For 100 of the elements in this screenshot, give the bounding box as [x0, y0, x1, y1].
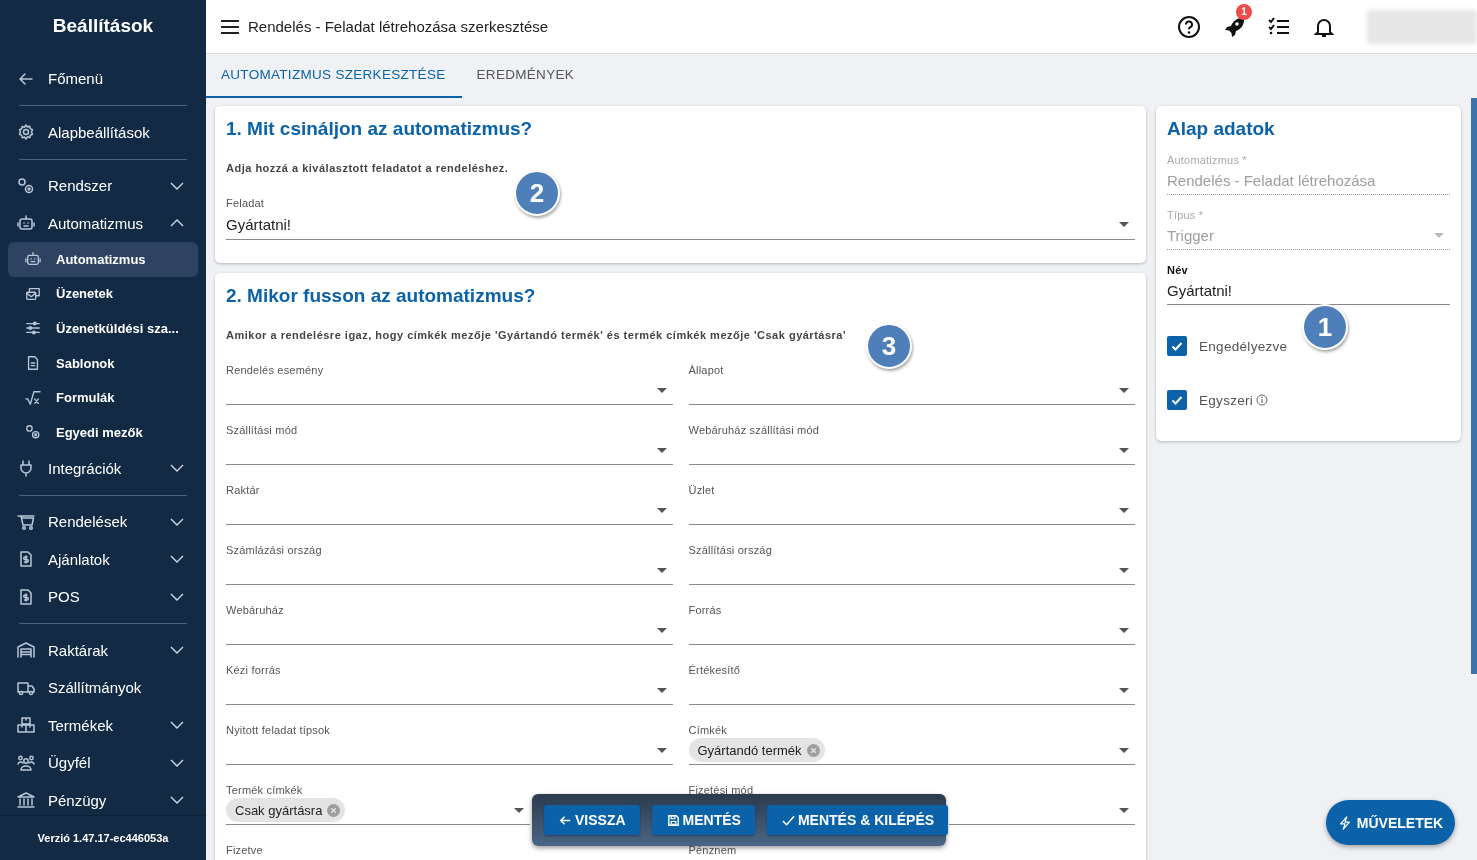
tab[interactable]: EREDMÉNYEK [461, 54, 590, 98]
sidebar-item[interactable]: Szállítmányok [0, 669, 206, 707]
field-label: Szállítási ország [688, 544, 772, 556]
help-icon[interactable] [1177, 14, 1201, 39]
dropdown-arrow-icon [1118, 686, 1130, 694]
field-value: Gyártatni! [226, 215, 292, 233]
dropdown-arrow-icon [1118, 220, 1130, 228]
field-label: Raktár [226, 484, 260, 496]
sidebar-subitem[interactable]: Automatizmus [8, 242, 198, 277]
sidebar-item[interactable]: Alapbeállítások [0, 113, 206, 151]
sidebar-subitem[interactable]: Üzenetküldési sza... [8, 311, 198, 346]
dropdown-arrow-icon [1118, 566, 1130, 574]
dropdown-arrow-icon [655, 746, 668, 754]
card-title: 2. Mikor fusson az automatizmus? [226, 285, 537, 307]
select-field[interactable]: Csak gyártásra [226, 796, 530, 825]
sidebar-item[interactable]: Automatizmus [0, 204, 206, 242]
checkbox-label: Engedélyezve [1199, 338, 1288, 354]
warehouse-icon [17, 641, 35, 660]
save-button[interactable]: MENTÉS [651, 805, 755, 835]
field-label: Kézi forrás [226, 664, 281, 676]
sliders-icon [25, 320, 41, 337]
checkbox-label: Egyszeri [1199, 392, 1254, 408]
field-label: Név [1167, 264, 1189, 276]
boxes-icon [17, 716, 35, 735]
dropdown-arrow-icon [1118, 746, 1130, 754]
invoice-icon [17, 550, 35, 569]
field-label: Számlázási ország [226, 544, 322, 556]
sidebar-subitem[interactable]: Egyedi mezők [8, 414, 198, 450]
sidebar-item[interactable]: Termékek [0, 706, 206, 745]
menu-icon[interactable] [220, 18, 240, 35]
scrollbar[interactable] [1471, 98, 1477, 674]
field-label: Feladat [226, 197, 265, 209]
dropdown-arrow-icon [1118, 806, 1130, 814]
robot-icon [25, 251, 41, 268]
sidebar-subitem[interactable]: Sablonok [8, 345, 198, 381]
square-root-icon [25, 389, 41, 406]
sidebar-item[interactable]: POS [0, 578, 206, 616]
plug-icon [17, 459, 35, 478]
sidebar-item[interactable]: Integrációk [0, 449, 206, 488]
sidebar-item[interactable]: Ajánlatok [0, 540, 206, 579]
select-field[interactable]: Gyártandó termék [688, 736, 1135, 765]
checkbox[interactable] [1167, 336, 1187, 356]
dropdown-arrow-icon [512, 806, 525, 814]
gears-icon [25, 424, 41, 441]
field-label: Állapot [688, 364, 724, 376]
dropdown-arrow-icon [655, 386, 668, 394]
sidebar-item[interactable]: Rendelések [0, 503, 206, 541]
robot-icon [17, 214, 35, 233]
field-label: Üzlet [688, 484, 715, 496]
description-text: Adja hozzá a kiválasztott feladatot a rendeléshez. [226, 162, 510, 174]
dropdown-arrow-icon [1118, 626, 1130, 634]
sidebar-item[interactable]: Rendszer [0, 167, 206, 205]
sidebar-item[interactable]: Főmenü [0, 60, 206, 98]
gears-icon [17, 176, 35, 195]
invoice-icon [17, 587, 35, 606]
tag-chip[interactable]: Gyártandó termék [688, 738, 825, 762]
lightning-icon [1337, 815, 1352, 830]
field-label: Termék címkék [226, 784, 303, 796]
field-value: Gyártatni! [1167, 281, 1233, 299]
save-and-exit-button[interactable]: MENTÉS & KILÉPÉS [766, 805, 949, 835]
field-label: Pénznem [688, 844, 737, 856]
version-text: Verzió 1.47.17-ec446053a [37, 832, 169, 844]
actions-button[interactable]: MŰVELETEK [1326, 800, 1455, 845]
dropdown-arrow-icon [655, 626, 668, 634]
field-label: Webáruház [226, 604, 284, 616]
tag-chip[interactable]: Csak gyártásra [226, 798, 346, 822]
people-icon [17, 753, 35, 772]
text-field[interactable]: Gyártatni! [1167, 276, 1450, 305]
dropdown-arrow-icon [655, 446, 668, 454]
sidebar-subitem[interactable]: Üzenetek [8, 276, 198, 312]
sidebar-item[interactable]: Ügyfél [0, 744, 206, 782]
description-text: Amikor a rendelésre igaz, hogy címkék mezője 'Gyártandó termék' és termék címkék mezője 'Csak gyártásra' [226, 329, 848, 341]
field-label: Forrás [688, 604, 722, 616]
dropdown-arrow-icon [655, 566, 668, 574]
field-label: Automatizmus * [1167, 154, 1248, 166]
document-icon [25, 355, 41, 372]
tab[interactable]: AUTOMATIZMUS SZERKESZTÉSE [206, 54, 462, 98]
dropdown-arrow-icon [1118, 386, 1130, 394]
field-label: Szállítási mód [226, 424, 298, 436]
field-value: Trigger [1167, 226, 1214, 244]
sidebar-title: Beállítások [51, 14, 155, 38]
field-label: Webáruház szállítási mód [688, 424, 820, 436]
dropdown-arrow-icon [1433, 231, 1445, 239]
dropdown-arrow-icon [655, 686, 668, 694]
bank-icon [17, 791, 35, 810]
card-title: Alap adatok [1167, 118, 1276, 140]
back-button[interactable]: VISSZA [544, 805, 640, 835]
field-label: Címkék [688, 724, 727, 736]
field-label: Értékesítő [688, 664, 741, 676]
messages-icon [25, 285, 41, 302]
field-label: Fizetve [226, 844, 263, 856]
field-label: Nyitott feladat típsok [226, 724, 331, 736]
checkbox[interactable] [1167, 390, 1187, 410]
remove-icon [806, 743, 820, 757]
cart-icon [17, 512, 35, 531]
dropdown-arrow-icon [655, 506, 668, 514]
card-title: 1. Mit csináljon az automatizmus? [226, 118, 534, 140]
sidebar-item[interactable]: Pénzügy [0, 781, 206, 815]
sidebar-subitem[interactable]: Formulák [8, 380, 198, 415]
sidebar-item[interactable]: Raktárak [0, 631, 206, 670]
